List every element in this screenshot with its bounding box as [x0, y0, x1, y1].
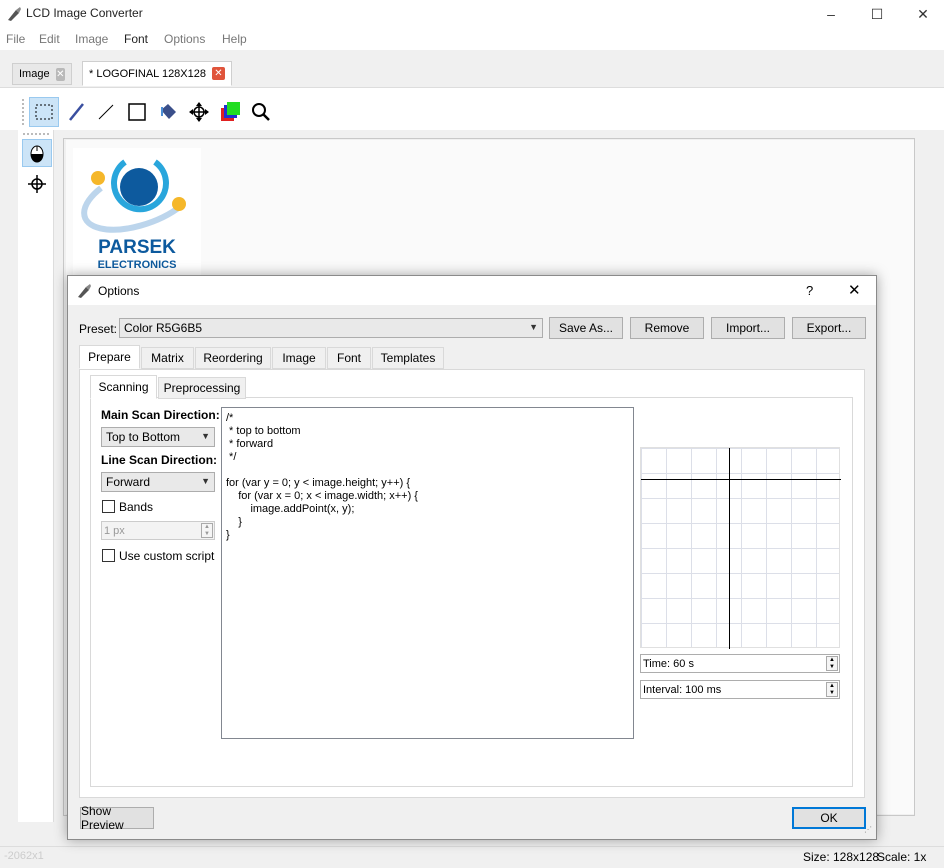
bands-spinbox[interactable]: 1 px ▲ ▼	[101, 521, 215, 540]
chevron-down-icon: ▼	[201, 476, 210, 486]
import-button[interactable]: Import...	[711, 317, 785, 339]
bands-label: Bands	[119, 500, 154, 514]
preset-select[interactable]: Color R5G6B5 ▼	[119, 318, 543, 338]
minimize-button[interactable]: –	[808, 0, 854, 28]
status-size: Size: 128x128	[803, 850, 880, 864]
scan-preview	[640, 447, 841, 649]
tab-image[interactable]: Image	[272, 347, 326, 369]
select-icon[interactable]	[29, 97, 59, 127]
preset-label: Preset:	[79, 322, 118, 336]
time-spinbox[interactable]: Time: 60 s ▲ ▼	[640, 654, 840, 673]
edited-image[interactable]: PARSEK ELECTRONICS	[73, 148, 201, 276]
mouse-icon[interactable]	[22, 139, 52, 167]
export-button[interactable]: Export...	[792, 317, 866, 339]
options-dialog: Options ? ✕ Preset: Color R5G6B5 ▼ Save …	[67, 275, 877, 840]
chevron-down-icon: ▼	[201, 431, 210, 441]
dialog-titlebar	[68, 276, 876, 305]
doc-tab-image[interactable]: Image ✕	[12, 63, 72, 85]
tab-reordering[interactable]: Reordering	[195, 347, 271, 369]
status-coordinates: -2062x1	[4, 850, 44, 862]
toolbar-grip[interactable]	[22, 99, 24, 125]
strip-grip[interactable]	[23, 133, 49, 135]
interval-value: Interval: 100 ms	[643, 683, 722, 696]
close-icon[interactable]: ✕	[55, 67, 65, 81]
subtab-preprocessing[interactable]: Preprocessing	[158, 377, 246, 399]
custom-script-checkbox[interactable]	[102, 549, 115, 562]
custom-script-label: Use custom script	[119, 549, 215, 563]
dialog-title: Options	[98, 284, 140, 298]
dialog-close-button[interactable]: ✕	[848, 281, 861, 299]
show-preview-button[interactable]: Show Preview	[80, 804, 154, 832]
line-icon[interactable]	[91, 97, 121, 127]
line-scan-value: Forward	[106, 475, 151, 489]
menu-help[interactable]: Help	[222, 32, 247, 46]
spin-arrows-icon: ▲ ▼	[201, 523, 213, 538]
doc-tab-logofinal[interactable]: * LOGOFINAL 128X128 ✕	[82, 61, 232, 86]
fill-icon[interactable]	[154, 97, 184, 127]
maximize-button[interactable]: ☐	[854, 0, 900, 28]
spin-arrows-icon: ▲ ▼	[826, 682, 838, 697]
rectangle-icon[interactable]	[122, 97, 152, 127]
preview-horizontal-line	[641, 479, 841, 480]
menu-font[interactable]: Font	[124, 32, 148, 46]
parsek-logo: PARSEK ELECTRONICS	[81, 158, 186, 271]
chevron-down-icon: ▼	[529, 322, 538, 332]
logo-text-sub: ELECTRONICS	[98, 259, 177, 271]
close-icon[interactable]: ✕	[212, 67, 225, 80]
logo-text-main: PARSEK	[98, 237, 176, 258]
pan-icon[interactable]	[22, 171, 52, 197]
zoom-icon[interactable]	[246, 97, 276, 127]
help-button[interactable]: ?	[806, 283, 813, 298]
bands-checkbox[interactable]	[102, 500, 115, 513]
spin-arrows-icon: ▲ ▼	[826, 656, 838, 671]
close-button[interactable]: ✕	[900, 0, 944, 28]
menu-file[interactable]: File	[6, 32, 25, 46]
time-value: Time: 60 s	[643, 657, 694, 670]
main-scan-label: Main Scan Direction:	[101, 408, 220, 422]
line-scan-select[interactable]: Forward ▼	[101, 472, 215, 492]
app-icon	[8, 7, 21, 21]
subtab-scanning[interactable]: Scanning	[90, 375, 157, 399]
pen-icon[interactable]	[61, 97, 91, 127]
preset-value: Color R5G6B5	[124, 321, 203, 335]
move-icon[interactable]	[184, 97, 214, 127]
line-scan-label: Line Scan Direction:	[101, 453, 218, 467]
menu-image[interactable]: Image	[75, 32, 108, 46]
tab-font[interactable]: Font	[327, 347, 371, 369]
tool-options-strip	[18, 130, 54, 822]
main-scan-value: Top to Bottom	[106, 430, 181, 444]
menu-edit[interactable]: Edit	[39, 32, 60, 46]
color-icon[interactable]	[216, 97, 246, 127]
bands-value: 1 px	[104, 524, 125, 537]
tab-prepare[interactable]: Prepare	[79, 345, 140, 369]
menu-options[interactable]: Options	[164, 32, 205, 46]
save-as-button[interactable]: Save As...	[549, 317, 623, 339]
tab-matrix[interactable]: Matrix	[141, 347, 194, 369]
main-scan-select[interactable]: Top to Bottom ▼	[101, 427, 215, 447]
remove-button[interactable]: Remove	[630, 317, 704, 339]
script-editor[interactable]: /* * top to bottom * forward */ for (var…	[221, 407, 634, 739]
resize-grip-icon[interactable]: ⋰	[864, 826, 874, 838]
window-title: LCD Image Converter	[26, 6, 143, 20]
status-scale: Scale: 1x	[877, 850, 927, 864]
doc-tab-label: * LOGOFINAL 128X128	[89, 67, 206, 80]
doc-tab-label: Image	[19, 68, 50, 80]
interval-spinbox[interactable]: Interval: 100 ms ▲ ▼	[640, 680, 840, 699]
ok-button[interactable]: OK	[792, 807, 866, 829]
app-icon	[78, 284, 91, 298]
tab-templates[interactable]: Templates	[372, 347, 444, 369]
